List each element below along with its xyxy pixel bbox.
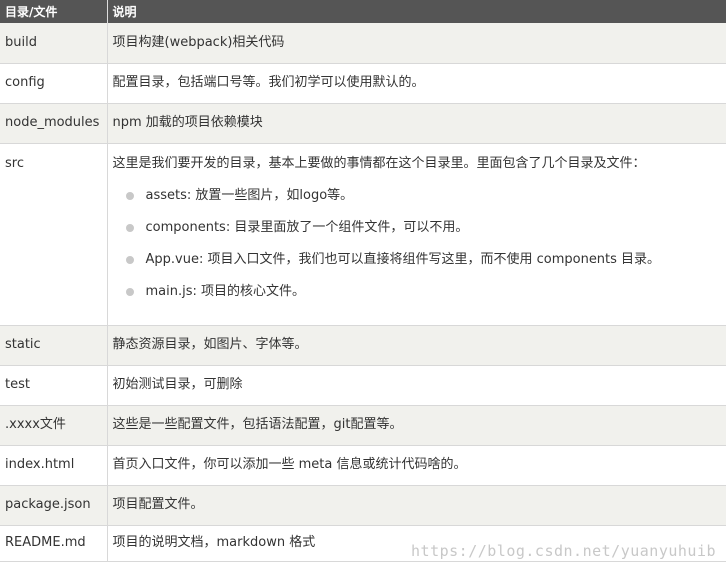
header-description: 说明 bbox=[107, 0, 726, 23]
list-item: App.vue: 项目入口文件，我们也可以直接将组件写这里，而不使用 compo… bbox=[125, 244, 726, 276]
row-desc-src: 这里是我们要开发的目录，基本上要做的事情都在这个目录里。里面包含了几个目录及文件… bbox=[112, 155, 646, 171]
table-row: test 初始测试目录，可删除 bbox=[0, 365, 726, 406]
watermark-text: https://blog.csdn.net/yuanyuhuib bbox=[411, 542, 716, 560]
row-desc-static: 静态资源目录，如图片、字体等。 bbox=[107, 325, 726, 366]
table-row: node_modules npm 加载的项目依赖模块 bbox=[0, 103, 726, 144]
list-item: assets: 放置一些图片，如logo等。 bbox=[125, 180, 726, 212]
row-name-static: static bbox=[0, 325, 108, 366]
src-contents-list: assets: 放置一些图片，如logo等。 components: 目录里面放… bbox=[113, 180, 726, 308]
row-desc-package-json: 项目配置文件。 bbox=[107, 485, 726, 526]
bullet-icon bbox=[125, 191, 134, 200]
header-directory-file: 目录/文件 bbox=[0, 0, 108, 23]
row-name-config: config bbox=[0, 63, 108, 104]
table-row: package.json 项目配置文件。 bbox=[0, 485, 726, 526]
row-desc-config: 配置目录，包括端口号等。我们初学可以使用默认的。 bbox=[107, 63, 726, 104]
row-desc-src-cell: 这里是我们要开发的目录，基本上要做的事情都在这个目录里。里面包含了几个目录及文件… bbox=[107, 143, 726, 326]
row-desc-test: 初始测试目录，可删除 bbox=[107, 365, 726, 406]
table-header-row: 目录/文件 说明 bbox=[0, 0, 726, 23]
row-name-build: build bbox=[0, 23, 108, 64]
list-item-text-main-js: main.js: 项目的核心文件。 bbox=[145, 283, 306, 299]
table-row: static 静态资源目录，如图片、字体等。 bbox=[0, 325, 726, 366]
row-name-index-html: index.html bbox=[0, 445, 108, 486]
bullet-icon bbox=[125, 287, 134, 296]
table-row: build 项目构建(webpack)相关代码 bbox=[0, 23, 726, 64]
row-desc-node-modules: npm 加载的项目依赖模块 bbox=[107, 103, 726, 144]
row-name-dotfiles: .xxxx文件 bbox=[0, 405, 108, 446]
bullet-icon bbox=[125, 255, 134, 264]
list-item: components: 目录里面放了一个组件文件，可以不用。 bbox=[125, 212, 726, 244]
list-item-text-components: components: 目录里面放了一个组件文件，可以不用。 bbox=[145, 219, 469, 235]
row-desc-build: 项目构建(webpack)相关代码 bbox=[107, 23, 726, 64]
list-item-text-assets: assets: 放置一些图片，如logo等。 bbox=[145, 187, 354, 203]
row-desc-dotfiles: 这些是一些配置文件，包括语法配置，git配置等。 bbox=[107, 405, 726, 446]
bullet-icon bbox=[125, 223, 134, 232]
row-name-src: src bbox=[0, 143, 108, 326]
row-name-readme: README.md bbox=[0, 525, 108, 562]
row-desc-index-html: 首页入口文件，你可以添加一些 meta 信息或统计代码啥的。 bbox=[107, 445, 726, 486]
row-name-package-json: package.json bbox=[0, 485, 108, 526]
row-name-test: test bbox=[0, 365, 108, 406]
directory-table: 目录/文件 说明 build 项目构建(webpack)相关代码 config … bbox=[0, 0, 726, 562]
table-row: src 这里是我们要开发的目录，基本上要做的事情都在这个目录里。里面包含了几个目… bbox=[0, 143, 726, 326]
list-item-text-app-vue: App.vue: 项目入口文件，我们也可以直接将组件写这里，而不使用 compo… bbox=[145, 251, 661, 267]
table-row: config 配置目录，包括端口号等。我们初学可以使用默认的。 bbox=[0, 63, 726, 104]
list-item: main.js: 项目的核心文件。 bbox=[125, 276, 726, 308]
table-row: .xxxx文件 这些是一些配置文件，包括语法配置，git配置等。 bbox=[0, 405, 726, 446]
row-name-node-modules: node_modules bbox=[0, 103, 108, 144]
table-row: index.html 首页入口文件，你可以添加一些 meta 信息或统计代码啥的… bbox=[0, 445, 726, 486]
